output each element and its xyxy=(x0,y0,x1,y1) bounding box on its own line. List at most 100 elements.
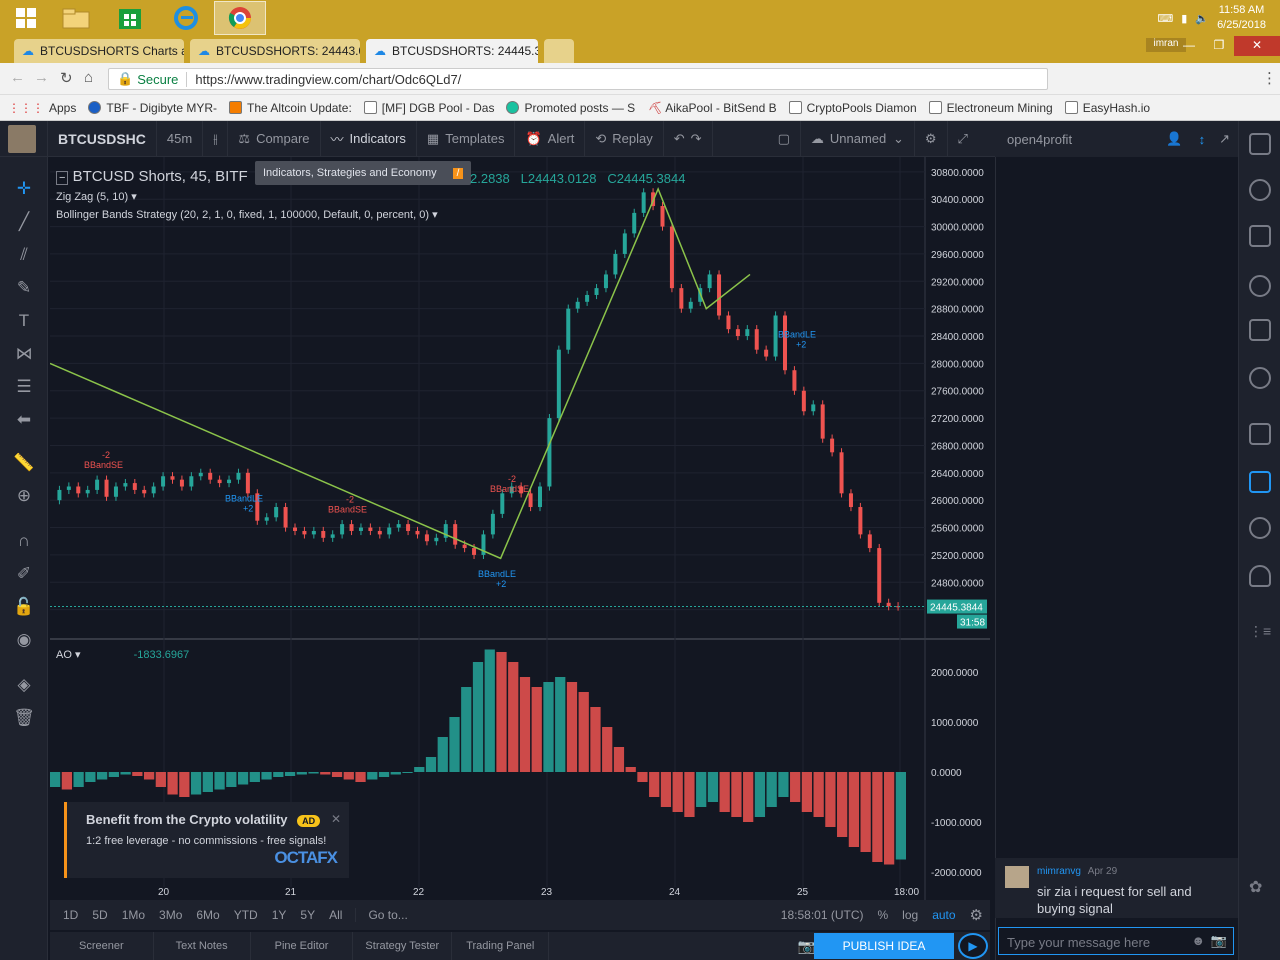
network-icon[interactable]: ▮ xyxy=(1181,12,1187,25)
tab-strategy-tester[interactable]: Strategy Tester xyxy=(353,932,453,960)
message-user[interactable]: mimranvg xyxy=(1037,866,1081,877)
range-ytd[interactable]: YTD xyxy=(227,908,265,922)
url-bar[interactable]: 🔒 Secure https://www.tradingview.com/cha… xyxy=(108,68,1048,90)
hotlist-icon[interactable] xyxy=(1249,275,1271,297)
new-tab-button[interactable] xyxy=(544,39,574,63)
user-avatar[interactable] xyxy=(0,120,48,157)
ad-banner[interactable]: Benefit from the Crypto volatility AD 1:… xyxy=(64,802,349,878)
tab-text-notes[interactable]: Text Notes xyxy=(154,932,251,960)
reload-icon[interactable]: ↻ xyxy=(60,69,73,87)
tab-screener[interactable]: Screener xyxy=(50,932,154,960)
bookmark-item[interactable]: Promoted posts — S xyxy=(506,101,635,115)
forward-icon[interactable]: → xyxy=(34,69,49,86)
indicators-button[interactable]: 〰 Indicators xyxy=(321,120,417,157)
chrome-icon[interactable] xyxy=(214,1,266,35)
watchlist-icon[interactable] xyxy=(1249,133,1271,155)
fib-icon[interactable]: ⫽ xyxy=(12,243,36,267)
menu-icon[interactable]: ⋮ xyxy=(1262,69,1277,87)
collapse-icon[interactable]: − xyxy=(56,171,69,185)
goto-button[interactable]: Go to... xyxy=(355,908,414,922)
chevron-down-icon[interactable]: ▾ xyxy=(75,649,81,661)
crosshair-icon[interactable]: ✛ xyxy=(12,177,36,201)
volume-icon[interactable]: 🔈 xyxy=(1195,12,1209,25)
chart-area[interactable]: 30800.0000 30400.0000 30000.0000 29600.0000… xyxy=(50,157,990,900)
chevron-down-icon[interactable]: ▾ xyxy=(131,191,137,203)
chart-svg[interactable]: 30800.0000 30400.0000 30000.0000 29600.0000… xyxy=(50,157,990,900)
back-arrow-icon[interactable]: ⬅ xyxy=(12,408,36,432)
range-1mo[interactable]: 1Mo xyxy=(115,908,152,922)
brush-icon[interactable]: ✎ xyxy=(12,276,36,300)
avatar[interactable] xyxy=(1005,866,1029,888)
alarm-clock-icon[interactable] xyxy=(1249,179,1271,201)
magnet-icon[interactable]: ∩ xyxy=(12,529,36,553)
browser-tab[interactable]: ☁ BTCUSDSHORTS Charts a × xyxy=(14,39,184,63)
range-3mo[interactable]: 3Mo xyxy=(152,908,189,922)
chart-legend[interactable]: − BTCUSD Shorts, 45, BITF xyxy=(56,168,248,185)
chat-room-name[interactable]: open4profit xyxy=(1007,132,1072,147)
auto-toggle[interactable]: auto xyxy=(925,908,962,922)
bookmark-item[interactable]: [MF] DGB Pool - Das xyxy=(363,101,494,115)
bookmark-item[interactable]: The Altcoin Update: xyxy=(229,101,352,115)
bookmark-apps[interactable]: ⋮⋮⋮ Apps xyxy=(8,101,76,115)
play-icon[interactable]: ▶ xyxy=(958,933,988,959)
gear-icon[interactable]: ⚙ xyxy=(963,906,990,924)
trendline-icon[interactable]: ╱ xyxy=(12,210,36,234)
indicator-zigzag-legend[interactable]: Zig Zag (5, 10) ▾ xyxy=(56,190,137,203)
file-explorer-icon[interactable] xyxy=(50,1,102,35)
store-icon[interactable] xyxy=(104,1,156,35)
range-5d[interactable]: 5D xyxy=(85,908,114,922)
add-user-icon[interactable]: 👤 xyxy=(1156,131,1192,147)
range-6mo[interactable]: 6Mo xyxy=(189,908,226,922)
chat-input[interactable]: Type your message here ☻ 📷 xyxy=(998,927,1234,955)
alert-button[interactable]: ⏰ Alert xyxy=(515,120,586,157)
chat-bubble-icon[interactable] xyxy=(1249,471,1271,493)
pencil-lock-icon[interactable]: ✐ xyxy=(12,562,36,586)
bookmark-item[interactable]: TBF - Digibyte MYR- xyxy=(88,101,217,115)
symbol-search[interactable]: BTCUSDSHC xyxy=(48,120,157,157)
replay-button[interactable]: ⟲ Replay xyxy=(585,120,664,157)
text-icon[interactable]: T xyxy=(12,309,36,333)
system-clock[interactable]: 11:58 AM 6/25/2018 xyxy=(1217,3,1266,33)
fullscreen-button[interactable]: ⤢ xyxy=(948,121,978,157)
browser-tab[interactable]: ☁ BTCUSDSHORTS: 24443.0 × xyxy=(190,39,360,63)
layout-name-button[interactable]: ☁ Unnamed ⌄ xyxy=(801,120,915,157)
interval-selector[interactable]: 45m xyxy=(157,120,204,157)
popout-icon[interactable]: ↗ xyxy=(1211,131,1238,147)
chevron-down-icon[interactable]: ▾ xyxy=(432,209,438,221)
fullscreen-square-button[interactable]: ▢ xyxy=(768,120,801,157)
eye-icon[interactable]: ◉ xyxy=(12,628,36,652)
streams-icon[interactable] xyxy=(1249,517,1271,539)
bookmark-item[interactable]: CryptoPools Diamon xyxy=(788,101,917,115)
data-window-icon[interactable] xyxy=(1249,225,1271,247)
ruler-icon[interactable]: 📏 xyxy=(12,451,36,475)
layers-icon[interactable]: ◈ xyxy=(12,673,36,697)
utc-time[interactable]: 18:58:01 (UTC) xyxy=(774,908,871,922)
tab-pine-editor[interactable]: Pine Editor xyxy=(251,932,354,960)
camera-icon[interactable]: 📷 xyxy=(1211,933,1227,949)
close-icon[interactable]: ✕ xyxy=(1234,36,1280,56)
minimize-icon[interactable]: — xyxy=(1174,36,1204,56)
pattern-icon[interactable]: ⋈ xyxy=(12,342,36,366)
lock-icon[interactable]: 🔓 xyxy=(12,595,36,619)
scroll-icon[interactable]: ↕ xyxy=(1193,132,1212,147)
indicator-bb-legend[interactable]: Bollinger Bands Strategy (20, 2, 1, 0, f… xyxy=(56,208,438,221)
trash-icon[interactable]: 🗑 xyxy=(12,706,36,730)
notifications-bell-icon[interactable] xyxy=(1249,565,1271,587)
compare-button[interactable]: ⚖ Compare xyxy=(228,120,321,157)
internet-explorer-icon[interactable] xyxy=(160,1,212,35)
prediction-icon[interactable]: ☰ xyxy=(12,375,36,399)
ao-legend[interactable]: AO ▾ -1833.6967 xyxy=(56,648,189,661)
keyboard-icon[interactable]: ⌨ xyxy=(1157,12,1173,25)
bookmark-item[interactable]: EasyHash.io xyxy=(1064,101,1150,115)
range-1d[interactable]: 1D xyxy=(50,908,85,922)
back-icon[interactable]: ← xyxy=(10,69,25,86)
range-1y[interactable]: 1Y xyxy=(265,908,294,922)
tab-trading-panel[interactable]: Trading Panel xyxy=(452,932,550,960)
publish-idea-button[interactable]: PUBLISH IDEA xyxy=(814,933,954,959)
browser-tab-active[interactable]: ☁ BTCUSDSHORTS: 24445.3 × xyxy=(366,39,538,63)
chats-icon[interactable] xyxy=(1249,423,1271,445)
zoom-icon[interactable]: ⊕ xyxy=(12,484,36,508)
order-panel-icon[interactable]: ⋮≡ xyxy=(1249,623,1271,645)
log-toggle[interactable]: log xyxy=(895,908,925,922)
calendar-icon[interactable] xyxy=(1249,319,1271,341)
